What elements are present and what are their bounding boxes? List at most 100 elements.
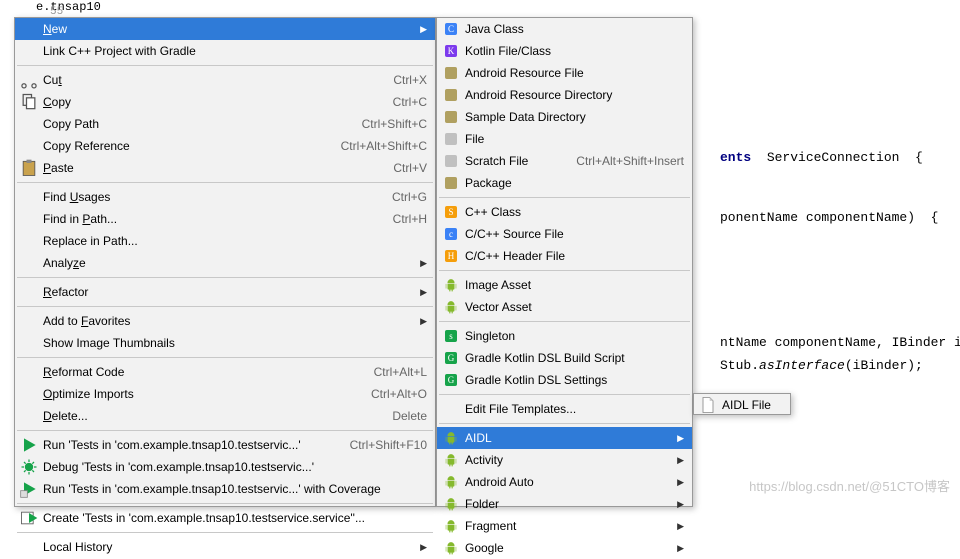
context-menu-item[interactable]: CopyCtrl+C [15, 91, 435, 113]
android-icon [441, 452, 461, 468]
file-icon [698, 397, 718, 413]
context-menu-item[interactable]: Replace in Path... [15, 230, 435, 252]
context-menu-item[interactable]: Reformat CodeCtrl+Alt+L [15, 361, 435, 383]
new-submenu-item[interactable]: Scratch FileCtrl+Alt+Shift+Insert [437, 150, 692, 172]
blank-icon [19, 21, 39, 37]
context-menu-item[interactable]: Copy ReferenceCtrl+Alt+Shift+C [15, 135, 435, 157]
K-badge-icon: K [445, 45, 457, 57]
menu-item-label: Cut [39, 73, 383, 87]
blank-icon [19, 189, 39, 205]
submenu-arrow-icon: ▶ [674, 499, 684, 510]
android-icon [441, 277, 461, 293]
blank-icon [19, 138, 39, 154]
menu-separator [17, 357, 433, 358]
context-menu-item[interactable]: Run 'Tests in 'com.example.tnsap10.tests… [15, 478, 435, 500]
new-submenu-item[interactable]: Google▶ [437, 537, 692, 559]
folder-badge-icon [445, 89, 457, 101]
new-submenu-item[interactable]: Android Resource Directory [437, 84, 692, 106]
new-submenu-item[interactable]: Android Resource File [437, 62, 692, 84]
menu-item-label: Sample Data Directory [461, 110, 684, 124]
menu-item-label: Gradle Kotlin DSL Settings [461, 373, 684, 387]
menu-item-label: Analyze [39, 256, 417, 270]
context-menu-item[interactable]: Link C++ Project with Gradle [15, 40, 435, 62]
run-coverage-icon [19, 481, 39, 497]
context-menu-item[interactable]: CutCtrl+X [15, 69, 435, 91]
menu-item-label: Copy Reference [39, 139, 331, 153]
create-run-icon [19, 510, 39, 526]
context-menu-item[interactable]: Analyze▶ [15, 252, 435, 274]
blank-icon [19, 116, 39, 132]
menu-item-label: Debug 'Tests in 'com.example.tnsap10.tes… [39, 460, 427, 474]
folder-badge-icon [445, 111, 457, 123]
blank-icon [441, 401, 461, 417]
context-menu[interactable]: New▶ Link C++ Project with Gradle CutCtrl+… [14, 17, 436, 507]
blank-icon [19, 233, 39, 249]
tab-fragment: e.tnsap10 [36, 0, 101, 14]
aidl-flyout-item[interactable]: AIDL File [694, 394, 790, 416]
new-submenu-item[interactable]: S C++ Class [437, 201, 692, 223]
new-submenu-item[interactable]: GGradle Kotlin DSL Settings [437, 369, 692, 391]
new-submenu-item[interactable]: K Kotlin File/Class [437, 40, 692, 62]
context-menu-item[interactable]: PasteCtrl+V [15, 157, 435, 179]
new-submenu-item[interactable]: AIDL▶ [437, 427, 692, 449]
submenu-arrow-icon: ▶ [417, 542, 427, 553]
new-submenu-item[interactable]: Package [437, 172, 692, 194]
debug-icon [19, 459, 39, 475]
S-badge-icon: S [445, 206, 457, 218]
new-submenu-item[interactable]: Edit File Templates... [437, 398, 692, 420]
submenu-arrow-icon: ▶ [417, 24, 427, 35]
submenu-arrow-icon: ▶ [674, 455, 684, 466]
new-submenu-item[interactable]: cC/C++ Source File [437, 223, 692, 245]
folder-badge-icon [445, 133, 457, 145]
context-menu-item[interactable]: Show Image Thumbnails [15, 332, 435, 354]
context-menu-item[interactable]: Copy PathCtrl+Shift+C [15, 113, 435, 135]
context-menu-item[interactable]: New▶ [15, 18, 435, 40]
context-menu-item[interactable]: Find UsagesCtrl+G [15, 186, 435, 208]
aidl-flyout[interactable]: AIDL File [693, 393, 791, 415]
menu-separator [439, 394, 690, 395]
menu-item-label: Reformat Code [39, 365, 364, 379]
new-submenu-item[interactable]: Sample Data Directory [437, 106, 692, 128]
menu-item-label: Android Resource Directory [461, 88, 684, 102]
new-submenu-item[interactable]: Android Auto▶ [437, 471, 692, 493]
submenu-arrow-icon: ▶ [674, 433, 684, 444]
new-submenu-item[interactable]: Folder▶ [437, 493, 692, 515]
menu-item-label: Kotlin File/Class [461, 44, 684, 58]
menu-item-label: C/C++ Source File [461, 227, 684, 241]
menu-item-label: Link C++ Project with Gradle [39, 44, 427, 58]
new-submenu-item[interactable]: CJava Class [437, 18, 692, 40]
context-menu-item[interactable]: Local History▶ [15, 536, 435, 558]
new-submenu-item[interactable]: Fragment▶ [437, 515, 692, 537]
folder-badge-icon [445, 155, 457, 167]
new-submenu-item[interactable]: File [437, 128, 692, 150]
context-menu-item[interactable]: Add to Favorites▶ [15, 310, 435, 332]
context-menu-item[interactable]: Optimize ImportsCtrl+Alt+O [15, 383, 435, 405]
G-badge-icon: G [445, 352, 457, 364]
new-submenu-item[interactable]: Vector Asset [437, 296, 692, 318]
context-menu-item[interactable]: Run 'Tests in 'com.example.tnsap10.tests… [15, 434, 435, 456]
menu-separator [17, 430, 433, 431]
blank-icon [19, 539, 39, 555]
menu-item-label: Optimize Imports [39, 387, 361, 401]
new-submenu-item[interactable]: HC/C++ Header File [437, 245, 692, 267]
new-submenu-item[interactable]: Image Asset [437, 274, 692, 296]
menu-separator [17, 532, 433, 533]
new-submenu-item[interactable]: sSingleton [437, 325, 692, 347]
menu-separator [17, 503, 433, 504]
submenu-arrow-icon: ▶ [417, 316, 427, 327]
context-menu-item[interactable]: Find in Path...Ctrl+H [15, 208, 435, 230]
context-menu-item[interactable]: Debug 'Tests in 'com.example.tnsap10.tes… [15, 456, 435, 478]
menu-item-shortcut: Ctrl+X [383, 73, 427, 87]
submenu-arrow-icon: ▶ [674, 521, 684, 532]
new-submenu-item[interactable]: Activity▶ [437, 449, 692, 471]
new-submenu[interactable]: CJava Class K Kotlin File/Class Android Res… [436, 17, 693, 507]
context-menu-item[interactable]: Refactor▶ [15, 281, 435, 303]
context-menu-item[interactable]: Create 'Tests in 'com.example.tnsap10.te… [15, 507, 435, 529]
menu-item-label: Scratch File [461, 154, 566, 168]
menu-item-label: Singleton [461, 329, 684, 343]
menu-item-label: Find Usages [39, 190, 382, 204]
new-submenu-item[interactable]: GGradle Kotlin DSL Build Script [437, 347, 692, 369]
menu-item-label: C++ Class [461, 205, 684, 219]
context-menu-item[interactable]: Delete...Delete [15, 405, 435, 427]
H-badge-icon: H [445, 250, 457, 262]
